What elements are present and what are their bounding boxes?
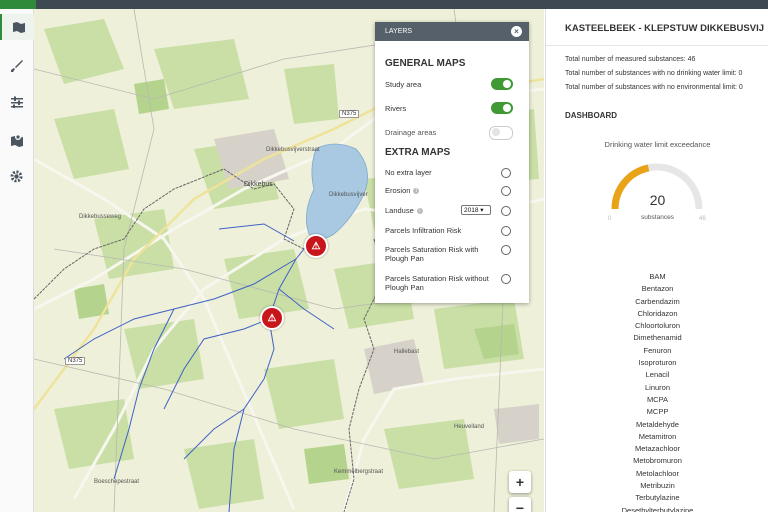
radio-button[interactable]: [501, 206, 511, 216]
stat-measured: Total number of measured substances: 46: [565, 56, 696, 63]
gauge-value: 20: [649, 192, 666, 208]
study-area-toggle[interactable]: [491, 78, 513, 90]
layers-title: LAYERS: [385, 28, 413, 35]
substance-item: MCPA: [646, 394, 669, 404]
substance-item: BAM: [649, 272, 666, 281]
option-label: Landuse: [385, 206, 414, 215]
sliders-icon: [10, 96, 23, 108]
location-nav-button[interactable]: [0, 127, 33, 153]
substance-list: BAM Bentazon Carbendazim Chloridazon Chloort…: [565, 271, 750, 512]
info-icon[interactable]: i: [416, 208, 423, 215]
rivers-toggle[interactable]: [491, 102, 513, 114]
road-label: Hallebast: [394, 349, 420, 355]
substance-item: Metolachloor: [636, 468, 679, 478]
settings-nav-button[interactable]: [0, 163, 33, 189]
extra-layer-option[interactable]: No extra layer: [385, 168, 521, 178]
divider: [546, 45, 768, 46]
panel-title: KASTEELBEEK - KLEPSTUW DIKKEBUSVIJ: [565, 23, 764, 34]
substance-item: Metamitron: [638, 431, 677, 441]
zoom-in-button[interactable]: +: [509, 471, 531, 493]
substance-item: Lenacil: [645, 370, 670, 380]
map-nav-button[interactable]: [0, 14, 35, 40]
map-icon: [12, 22, 25, 33]
substance-item: Metobromuron: [633, 456, 682, 466]
option-label: Parcels Infiltration Risk: [385, 226, 462, 235]
radio-button[interactable]: [501, 186, 511, 196]
brush-icon: [10, 60, 23, 72]
extra-layer-option[interactable]: Erosion i: [385, 186, 521, 196]
info-icon[interactable]: i: [413, 188, 420, 195]
layers-panel: LAYERS × GENERAL MAPS Study area Rivers …: [375, 22, 529, 303]
road-label: Dikkebusseweg: [79, 214, 122, 220]
radio-button[interactable]: [501, 274, 511, 284]
road-label: Boeschepestraat: [94, 479, 140, 485]
layer-rivers[interactable]: Rivers: [385, 102, 521, 114]
substance-item: Bentazon: [641, 284, 674, 294]
lake-label: Dikkebusvijver: [329, 192, 368, 198]
substance-item: Dimethenamid: [633, 333, 682, 343]
extra-layer-option[interactable]: Parcels Saturation Risk with Plough Pan: [385, 245, 521, 263]
substance-item: Desethylterbutylazine: [621, 505, 694, 512]
stat-no-env-limit: Total number of substances with no envir…: [565, 84, 743, 91]
brush-nav-button[interactable]: [0, 53, 33, 79]
village-label: Dikkebus: [244, 181, 273, 188]
extra-maps-title: EXTRA MAPS: [385, 147, 451, 158]
drainage-areas-toggle[interactable]: [489, 126, 513, 140]
substance-item: Metaldehyde: [636, 419, 679, 429]
zoom-out-button[interactable]: −: [509, 497, 531, 512]
layer-drainage-areas[interactable]: Drainage areas: [385, 126, 521, 140]
radio-button[interactable]: [501, 226, 511, 236]
gauge-unit: substances: [641, 214, 674, 221]
logo: [0, 0, 36, 9]
gauge-max: 46: [699, 216, 706, 222]
close-icon[interactable]: ×: [511, 26, 522, 37]
substance-item: MCPP: [646, 407, 669, 417]
gauge-title: Drinking water limit exceedance: [604, 140, 711, 149]
substance-item: Linuron: [644, 382, 671, 392]
landuse-year-select[interactable]: 2018 ▾: [461, 205, 491, 215]
road-shield: N375: [339, 110, 360, 118]
road-shield: N375: [65, 357, 86, 365]
radio-button[interactable]: [501, 168, 511, 178]
filters-nav-button[interactable]: [0, 89, 33, 115]
substance-item: Chloortoluron: [634, 321, 681, 331]
extra-layer-option[interactable]: Parcels Infiltration Risk: [385, 226, 521, 236]
layers-header: LAYERS ×: [375, 22, 529, 41]
substance-item: Metribuzin: [640, 481, 675, 491]
substance-item: Terbutylazine: [635, 493, 680, 503]
option-label: Parcels Saturation Risk without Plough P…: [385, 274, 489, 292]
warning-icon: ⚠: [267, 312, 277, 324]
substance-item: Metazachloor: [634, 444, 681, 454]
option-label: No extra layer: [385, 168, 432, 177]
warning-marker[interactable]: ⚠: [260, 306, 284, 330]
general-maps-title: GENERAL MAPS: [385, 58, 466, 69]
road-label: Dikkebusvijverstraat: [266, 147, 320, 153]
radio-button[interactable]: [501, 245, 511, 255]
road-label: Kemmelbergstraat: [334, 469, 384, 475]
layer-study-area[interactable]: Study area: [385, 78, 521, 90]
dashboard-title: DASHBOARD: [565, 111, 617, 120]
substance-item: Isoproturon: [638, 358, 677, 368]
layer-label: Drainage areas: [385, 128, 437, 137]
road-label: Heuvelland: [454, 424, 485, 430]
warning-icon: ⚠: [311, 240, 321, 252]
sidebar: [0, 9, 35, 512]
top-bar: [0, 0, 768, 9]
option-label: Erosion: [385, 186, 411, 195]
substance-item: Carbendazim: [635, 296, 680, 306]
option-label: Parcels Saturation Risk with Plough Pan: [385, 245, 479, 263]
extra-layer-option[interactable]: Parcels Saturation Risk without Plough P…: [385, 274, 521, 292]
stat-no-drinking-limit: Total number of substances with no drink…: [565, 70, 743, 77]
warning-marker[interactable]: ⚠: [304, 234, 328, 258]
layer-label: Study area: [385, 80, 422, 89]
map-marker-icon: [10, 134, 23, 147]
gauge-min: 0: [608, 216, 612, 222]
substance-item: Chloridazon: [637, 308, 678, 318]
info-panel: KASTEELBEEK - KLEPSTUW DIKKEBUSVIJ Total…: [545, 9, 768, 512]
layer-label: Rivers: [385, 104, 407, 113]
extra-layer-option[interactable]: Landuse i 2018 ▾: [385, 205, 521, 216]
substance-item: Fenuron: [643, 345, 672, 355]
gear-icon: [10, 170, 23, 182]
